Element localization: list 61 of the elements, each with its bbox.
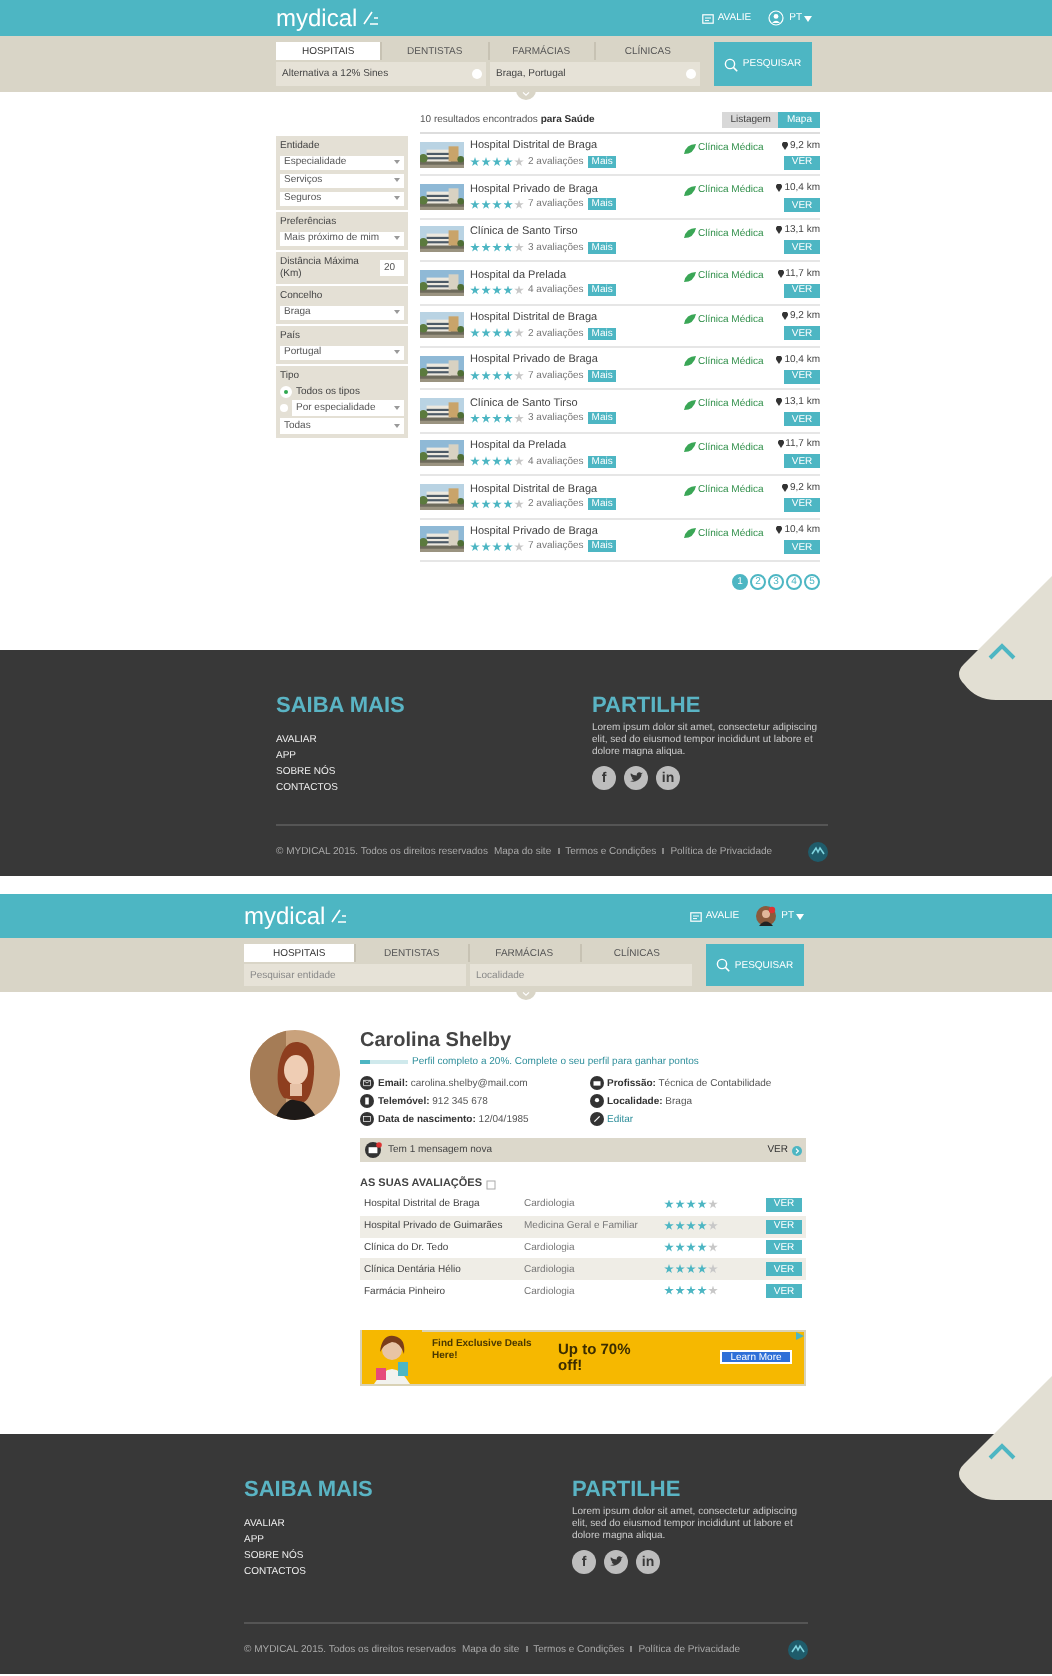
pin-icon [776,226,783,235]
calendar-icon [360,1112,374,1126]
section-title: SAIBA MAIS [244,1478,375,1502]
radio-button[interactable] [280,385,292,397]
pin-icon [589,1094,603,1108]
pin-icon [776,184,783,193]
pin-icon [776,398,783,407]
caret-icon [804,15,812,21]
leaf-icon [684,442,696,453]
caret-icon [394,423,400,428]
pin-icon [777,269,784,278]
pin-icon [777,440,784,449]
leaf-icon [684,314,696,325]
site-logo: mydical [244,904,326,928]
caret-icon [394,350,400,355]
section-title: PARTILHE [592,694,703,718]
bird-icon[interactable] [604,1550,628,1574]
profile-name: Carolina Shelby [360,1030,514,1052]
caret-icon [796,913,804,919]
envelope-icon [364,1142,382,1158]
caret-icon [394,178,400,183]
caret-icon [394,405,400,410]
section-title: SAIBA MAIS [276,694,407,718]
leaf-icon [684,271,696,282]
search-icon [716,958,731,972]
caret-icon [394,310,400,315]
leaf-icon [684,356,696,367]
envelope-icon [360,1076,374,1090]
leaf-icon [684,185,696,196]
pin-icon [776,526,783,535]
rate-icon [689,911,702,921]
logo-icon [808,841,828,861]
leaf-icon [684,399,696,410]
search-icon [724,57,739,71]
radio-button[interactable] [280,403,288,412]
pin-icon [781,312,788,321]
leaf-icon [684,143,696,153]
pin-icon [781,483,788,492]
briefcase-icon [589,1076,603,1090]
pin-icon [781,141,788,150]
leaf-icon [684,228,696,239]
pin-icon [776,355,783,364]
section-title: PARTILHE [572,1478,683,1502]
leaf-icon [684,485,696,496]
collapse-icon[interactable] [516,90,536,100]
clear-icon[interactable] [472,69,482,79]
ad-choices-icon[interactable] [796,1331,804,1340]
collapse-icon[interactable] [516,990,536,1000]
leaf-icon [684,528,696,539]
caret-icon [394,236,400,241]
user-icon[interactable] [767,10,784,26]
rate-icon [701,13,714,23]
pencil-icon [589,1112,603,1126]
arrow-icon [792,1145,802,1155]
site-logo: mydical [276,6,358,30]
logo-icon [788,1639,808,1659]
bird-icon[interactable] [624,766,648,790]
caret-icon [394,196,400,201]
phone-icon [360,1094,374,1108]
caret-icon [394,160,400,165]
clear-icon[interactable] [686,69,696,79]
